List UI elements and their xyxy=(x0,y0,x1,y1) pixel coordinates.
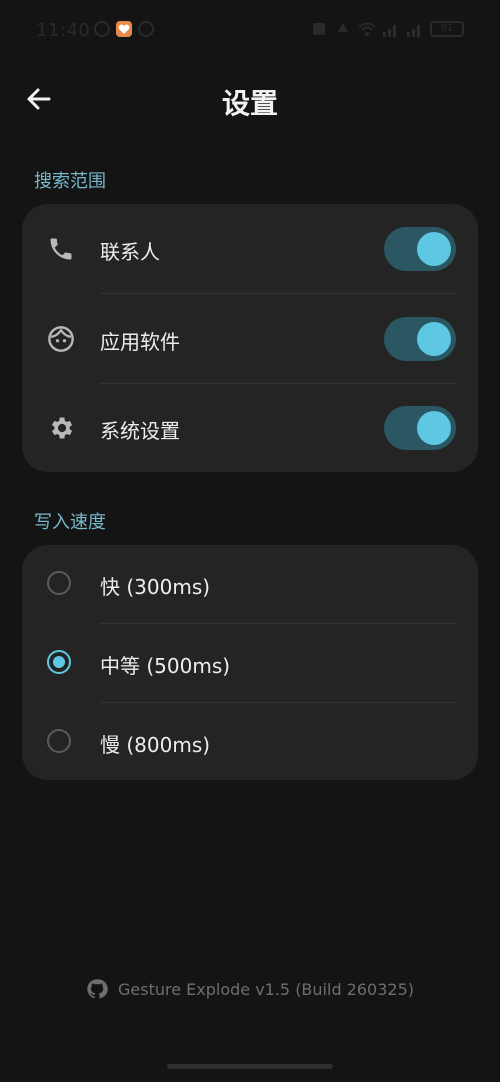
github-icon xyxy=(87,979,108,999)
section-header-search-scope: 搜索范围 xyxy=(34,171,106,192)
setting-label: 系统设置 xyxy=(100,419,180,443)
signal-icon xyxy=(383,25,396,37)
search-scope-card: 联系人 应用软件 系统设置 xyxy=(22,204,478,472)
speed-option-fast[interactable]: 快 (300ms) xyxy=(22,545,478,623)
notification-icon xyxy=(94,21,110,37)
alarm-icon xyxy=(313,23,325,35)
write-speed-card: 快 (300ms) 中等 (500ms) 慢 (800ms) xyxy=(22,545,478,780)
app-bar: 设置 xyxy=(0,70,500,130)
speed-option-label: 中等 (500ms) xyxy=(100,654,231,678)
apps-toggle[interactable] xyxy=(384,317,456,361)
radio-button-selected[interactable] xyxy=(47,650,71,674)
toggle-knob xyxy=(417,411,451,445)
speed-option-medium[interactable]: 中等 (500ms) xyxy=(22,624,478,702)
setting-row-system-settings[interactable]: 系统设置 xyxy=(22,384,478,472)
page-title: 设置 xyxy=(221,87,278,120)
status-time: 11:40 xyxy=(36,20,91,41)
gear-icon xyxy=(44,411,78,445)
setting-label: 应用软件 xyxy=(100,330,180,354)
phone-icon xyxy=(44,232,78,266)
face-icon xyxy=(44,322,78,356)
footer[interactable]: Gesture Explode v1.5 (Build 260325) xyxy=(0,978,500,1000)
setting-label: 联系人 xyxy=(100,240,160,264)
setting-row-apps[interactable]: 应用软件 xyxy=(22,294,478,384)
mute-icon xyxy=(338,23,348,32)
signal-icon xyxy=(407,25,420,37)
contacts-toggle[interactable] xyxy=(384,227,456,271)
battery-indicator: 81 xyxy=(430,21,464,37)
status-icons-right: 81 xyxy=(310,20,464,38)
radio-button[interactable] xyxy=(47,729,71,753)
app-notification-icon xyxy=(116,21,132,37)
status-bar: 11:40 81 xyxy=(0,0,500,62)
status-icons-left xyxy=(93,20,155,38)
toggle-knob xyxy=(417,322,451,356)
section-header-write-speed: 写入速度 xyxy=(34,512,106,533)
notification-icon xyxy=(138,21,154,37)
speed-option-label: 慢 (800ms) xyxy=(100,733,211,757)
toggle-knob xyxy=(417,232,451,266)
home-indicator[interactable] xyxy=(167,1064,333,1069)
setting-row-contacts[interactable]: 联系人 xyxy=(22,204,478,294)
system-settings-toggle[interactable] xyxy=(384,406,456,450)
speed-option-label: 快 (300ms) xyxy=(100,575,211,599)
radio-button[interactable] xyxy=(47,571,71,595)
footer-version-text: Gesture Explode v1.5 (Build 260325) xyxy=(117,979,414,999)
speed-option-slow[interactable]: 慢 (800ms) xyxy=(22,703,478,780)
wifi-icon xyxy=(358,22,376,36)
